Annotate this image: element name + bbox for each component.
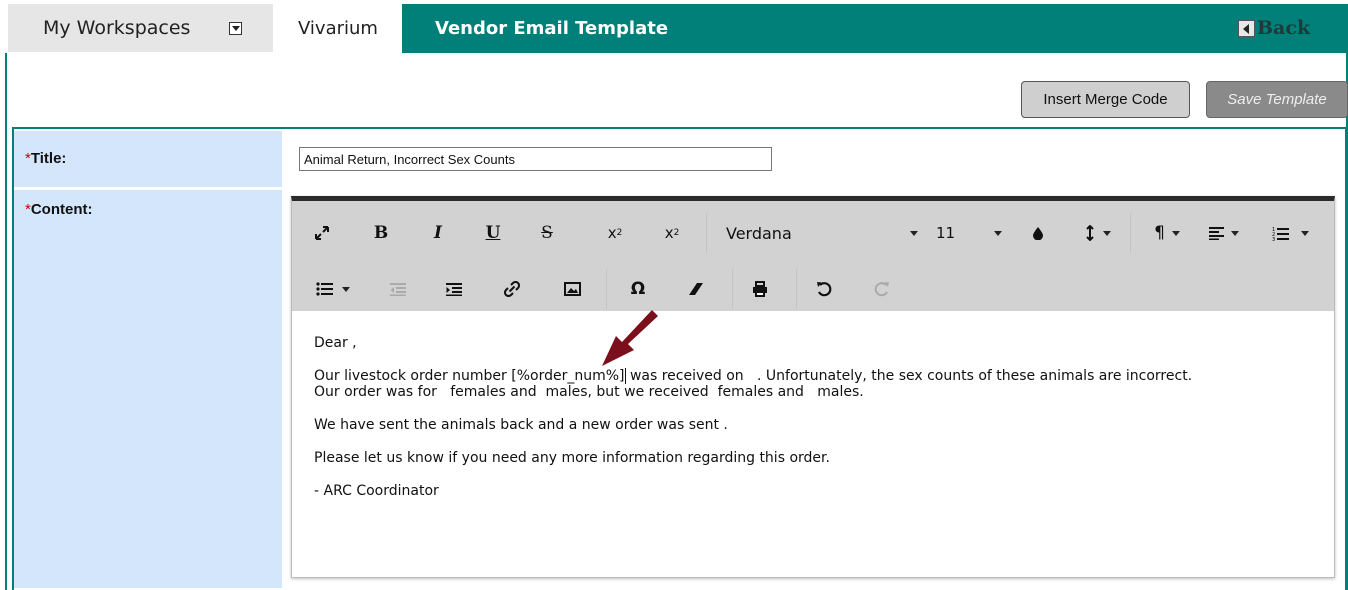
- align-icon[interactable]: [1204, 219, 1244, 247]
- back-button[interactable]: Back: [1238, 17, 1310, 39]
- back-arrow-icon: [1238, 19, 1255, 37]
- content-line-rest: was received on . Unfortunately, the sex…: [625, 368, 1193, 384]
- back-label: Back: [1257, 17, 1311, 39]
- chevron-down-icon: [1231, 230, 1239, 236]
- vivarium-tab[interactable]: Vivarium: [274, 4, 402, 53]
- ordered-list-icon[interactable]: 123: [1262, 219, 1318, 247]
- insert-merge-code-button[interactable]: Insert Merge Code: [1021, 81, 1190, 118]
- strikethrough-icon[interactable]: S: [536, 219, 558, 247]
- print-icon[interactable]: [750, 275, 770, 303]
- chevron-down-icon: [994, 230, 1002, 236]
- content-label-text: Content:: [30, 201, 93, 218]
- title-input[interactable]: [299, 147, 772, 171]
- save-template-label: Save Template: [1227, 91, 1327, 108]
- toolbar-separator: [706, 213, 707, 253]
- line-height-icon[interactable]: [1076, 219, 1118, 247]
- editor-toolbar: B I U S x2 x2 Verdana 11 ¶ 123 Ω: [292, 201, 1334, 311]
- text-color-icon[interactable]: [1030, 219, 1046, 247]
- content-line: We have sent the animals back and a new …: [314, 417, 728, 433]
- insert-merge-code-label: Insert Merge Code: [1043, 91, 1168, 108]
- rich-text-editor: B I U S x2 x2 Verdana 11 ¶ 123 Ω Dear , …: [291, 196, 1335, 578]
- toolbar-separator: [606, 269, 607, 309]
- fullscreen-icon[interactable]: [310, 219, 334, 247]
- svg-text:3: 3: [1272, 237, 1275, 241]
- font-size-value: 11: [936, 224, 956, 242]
- title-label: *Title:: [14, 131, 282, 187]
- content-line: Our order was for females and males, but…: [314, 384, 864, 400]
- bold-icon[interactable]: B: [370, 219, 392, 247]
- chevron-down-icon: [1171, 230, 1180, 236]
- indent-icon[interactable]: [444, 275, 464, 303]
- underline-icon[interactable]: U: [482, 219, 504, 247]
- chevron-down-icon: [1102, 230, 1111, 236]
- content-line: Dear ,: [314, 335, 357, 351]
- chevron-down-icon: [1300, 230, 1309, 236]
- redo-icon[interactable]: [872, 275, 892, 303]
- toolbar-separator: [732, 269, 733, 309]
- content-line: - ARC Coordinator: [314, 483, 439, 499]
- font-family-select[interactable]: Verdana: [726, 219, 918, 247]
- annotation-arrow-icon: [602, 310, 658, 366]
- toolbar-separator: [796, 269, 797, 309]
- merge-code-text: Our livestock order number [%order_num%]: [314, 368, 625, 384]
- image-icon[interactable]: [562, 275, 582, 303]
- chevron-down-icon: [342, 286, 350, 292]
- dropdown-icon[interactable]: [229, 22, 242, 35]
- outdent-icon[interactable]: [388, 275, 408, 303]
- paragraph-icon[interactable]: ¶: [1150, 219, 1184, 247]
- frame-border-left: [5, 53, 7, 590]
- italic-icon[interactable]: I: [427, 219, 449, 247]
- page-title: Vendor Email Template: [435, 18, 669, 39]
- my-workspaces-label: My Workspaces: [43, 17, 191, 39]
- superscript-icon[interactable]: x2: [661, 219, 683, 247]
- font-size-select[interactable]: 11: [936, 219, 1002, 247]
- my-workspaces-tab[interactable]: My Workspaces: [8, 4, 273, 52]
- title-label-text: Title:: [30, 150, 67, 167]
- content-label: *Content:: [14, 190, 282, 588]
- editor-content-area[interactable]: Dear , Our livestock order number [%orde…: [292, 311, 1334, 577]
- toolbar-separator: [1130, 213, 1131, 253]
- vivarium-label: Vivarium: [298, 18, 378, 39]
- save-template-button[interactable]: Save Template: [1206, 81, 1348, 118]
- special-character-icon[interactable]: Ω: [628, 275, 648, 303]
- subscript-icon[interactable]: x2: [604, 219, 626, 247]
- link-icon[interactable]: [502, 275, 522, 303]
- eraser-icon[interactable]: [686, 275, 706, 303]
- top-nav-bar: My Workspaces Vivarium Vendor Email Temp…: [0, 0, 1348, 53]
- content-line: Please let us know if you need any more …: [314, 450, 830, 466]
- undo-icon[interactable]: [814, 275, 834, 303]
- content-line: Our livestock order number [%order_num%]…: [314, 368, 1312, 384]
- chevron-down-icon: [910, 230, 918, 236]
- font-family-value: Verdana: [726, 223, 792, 243]
- page-header: Vendor Email Template Back: [402, 4, 1348, 53]
- unordered-list-icon[interactable]: [312, 275, 354, 303]
